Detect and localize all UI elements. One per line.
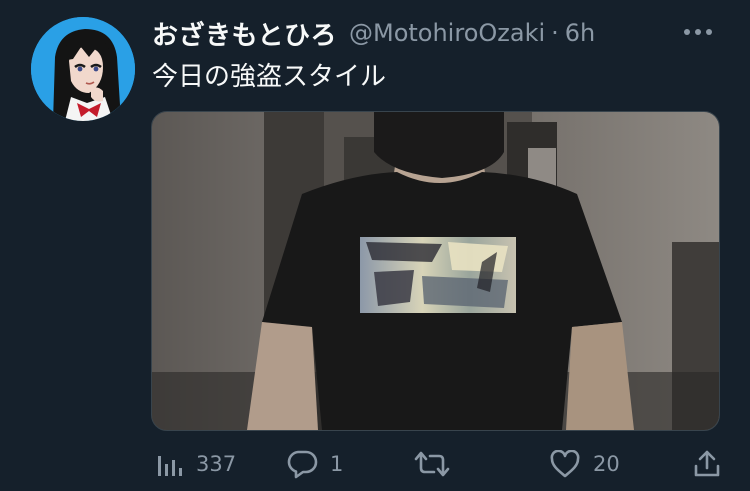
like-button[interactable]: 20: [549, 444, 620, 484]
views-bar-chart-icon: [156, 450, 184, 478]
more-dots-icon: [684, 29, 712, 35]
separator-dot: ·: [551, 19, 559, 47]
heart-icon: [549, 450, 581, 478]
share-upload-icon: [692, 449, 722, 479]
tweet-timestamp[interactable]: 6h: [565, 19, 595, 47]
reply-count: 1: [330, 452, 344, 476]
retweet-arrows-icon: [414, 450, 450, 478]
display-name[interactable]: おざきもとひろ: [152, 15, 337, 52]
photo-person-black-tshirt: [152, 112, 719, 430]
reply-bubble-icon: [286, 449, 318, 479]
avatar[interactable]: [31, 17, 135, 121]
reply-button[interactable]: 1: [286, 444, 343, 484]
tweet-header: おざきもとひろ @MotohiroOzaki · 6h: [152, 14, 595, 52]
tweet-photo[interactable]: [151, 111, 720, 431]
tweet-text: 今日の強盗スタイル: [152, 62, 387, 92]
views-button[interactable]: 337: [156, 444, 236, 484]
retweet-button[interactable]: [414, 444, 462, 484]
views-count: 337: [196, 452, 237, 476]
user-handle[interactable]: @MotohiroOzaki: [349, 19, 545, 47]
more-options-button[interactable]: [680, 20, 716, 44]
tweet-actions: 337 1 20: [0, 444, 750, 484]
like-count: 20: [593, 452, 620, 476]
share-button[interactable]: [692, 444, 722, 484]
tweet[interactable]: おざきもとひろ @MotohiroOzaki · 6h 今日の強盗スタイル 33…: [0, 0, 750, 491]
avatar-illustration: [31, 17, 135, 121]
